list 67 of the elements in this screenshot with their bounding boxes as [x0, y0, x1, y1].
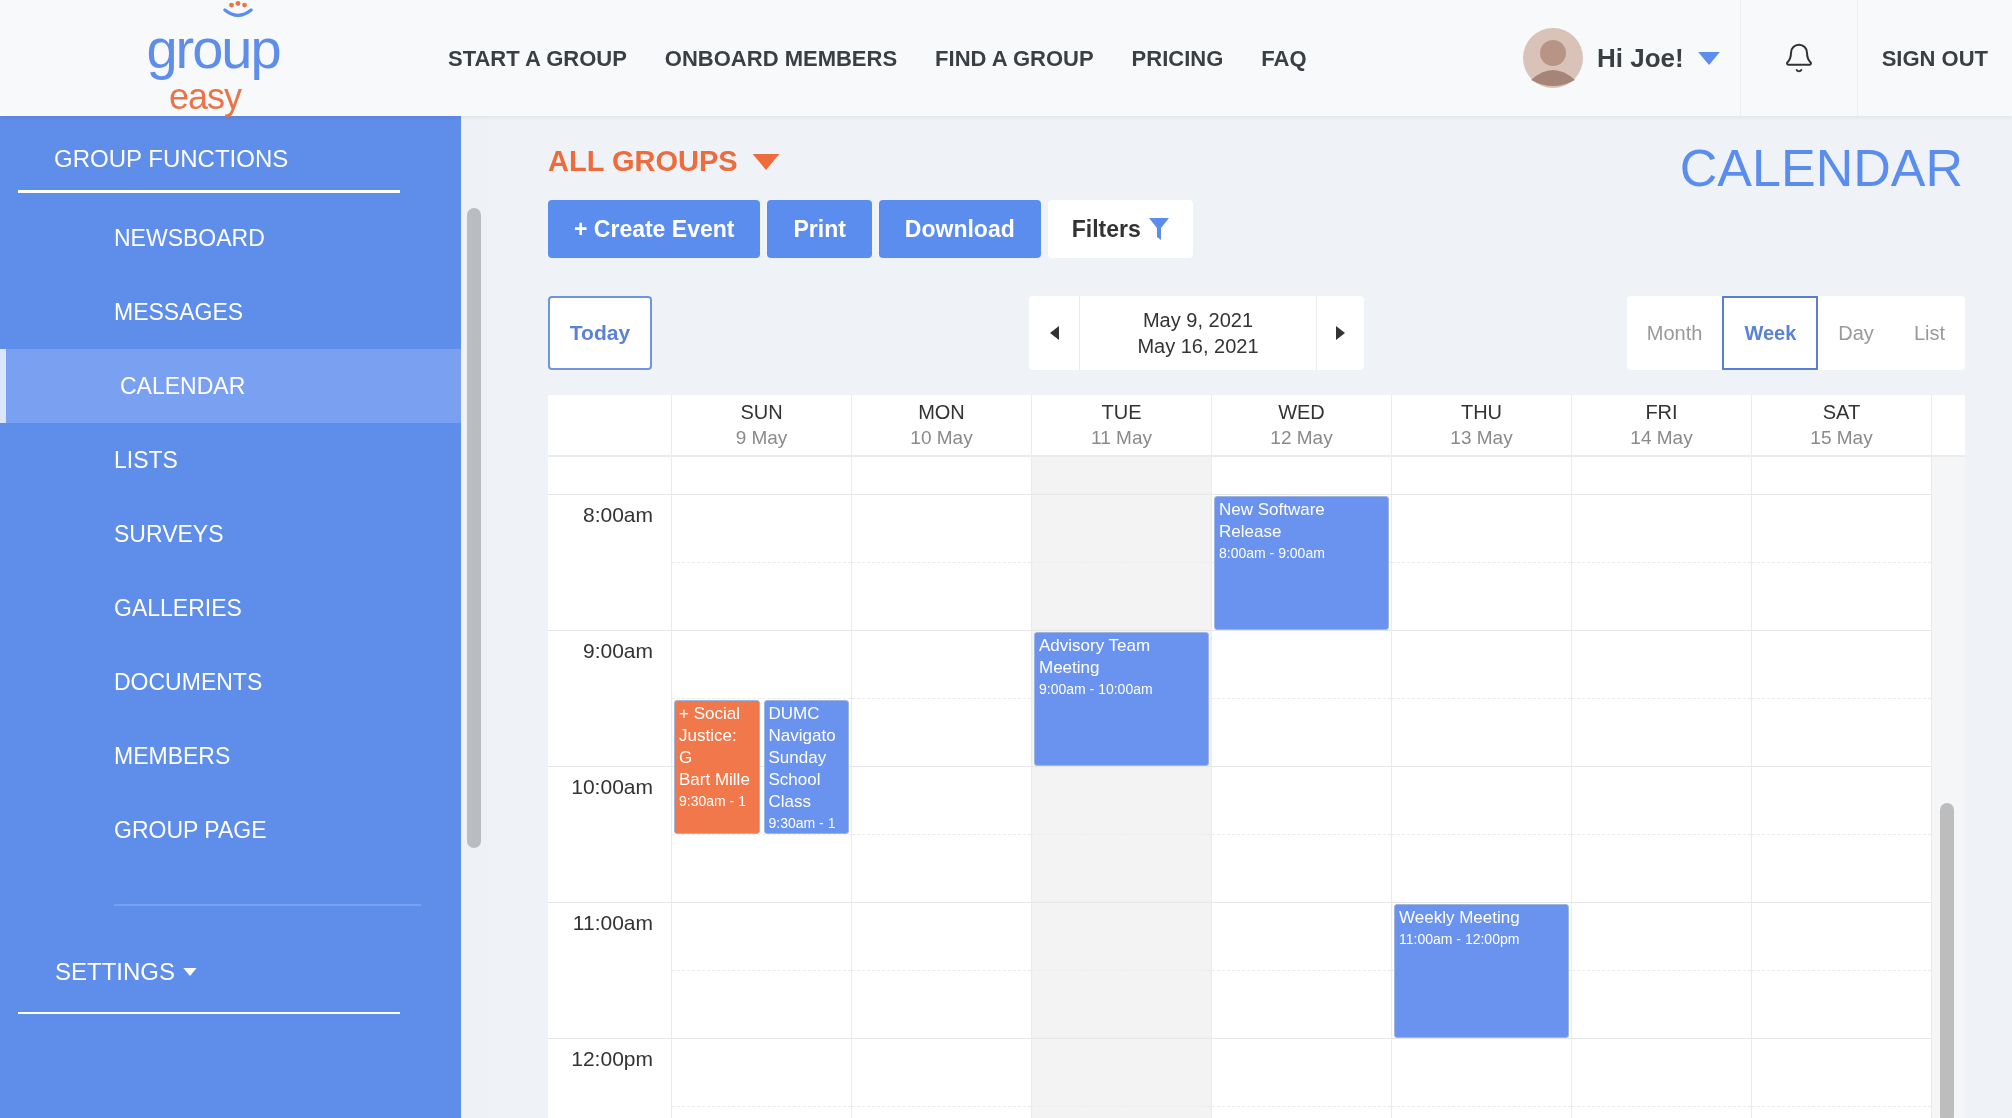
scrollbar-thumb[interactable] — [467, 208, 481, 848]
view-tab[interactable]: List — [1893, 296, 1965, 370]
day-name: FRI — [1645, 400, 1678, 425]
logo[interactable]: group easy — [128, 1, 298, 115]
view-tab[interactable]: Day — [1818, 296, 1894, 370]
user-greeting[interactable]: Hi Joe! — [1596, 38, 1684, 78]
day-name: TUE — [1101, 400, 1142, 425]
day-date: 10 May — [910, 426, 973, 450]
scrollbar-thumb[interactable] — [1940, 803, 1954, 1118]
time-label: 10:00am — [571, 774, 653, 800]
time-label: 11:00am — [572, 910, 653, 936]
today-button[interactable]: Today — [548, 296, 652, 370]
sidebar-item[interactable]: MESSAGES — [0, 275, 461, 349]
day-name: THU — [1460, 400, 1503, 425]
avatar[interactable] — [1522, 28, 1583, 88]
smile-icon — [220, 1, 256, 19]
caret-icon — [183, 968, 197, 976]
day-date: 15 May — [1810, 426, 1873, 450]
right-arrow-icon — [1336, 326, 1345, 340]
caret-icon — [751, 153, 780, 170]
time-label: 9:00am — [582, 638, 653, 664]
sidebar-item[interactable]: DOCUMENTS — [0, 645, 461, 719]
logo-text: group — [146, 19, 280, 79]
day-name: SAT — [1822, 400, 1861, 425]
view-tab[interactable]: Month — [1626, 296, 1723, 370]
day-date: 11 May — [1091, 426, 1152, 450]
calendar-event[interactable]: Advisory Team Meeting 9:00am - 10:00am — [1034, 632, 1209, 766]
sign-out-link[interactable]: SIGN OUT — [1857, 41, 2012, 75]
time-label: 8:00am — [582, 502, 653, 528]
view-tab[interactable]: Week — [1722, 296, 1819, 370]
sidebar-item[interactable]: CALENDAR — [0, 349, 461, 423]
day-date: 12 May — [1270, 426, 1333, 450]
sidebar-heading: GROUP FUNCTIONS — [53, 144, 290, 174]
calendar-event[interactable]: New Software Release 8:00am - 9:00am — [1214, 496, 1389, 630]
nav-link[interactable]: FIND A GROUP — [935, 41, 1094, 75]
day-name: WED — [1278, 400, 1325, 425]
nav-link[interactable]: ONBOARD MEMBERS — [664, 41, 898, 75]
settings-menu[interactable]: SETTINGS — [55, 956, 197, 988]
funnel-icon — [1148, 218, 1169, 240]
caret-icon — [1697, 51, 1720, 65]
day-name: MON — [918, 400, 965, 425]
time-label: 12:00pm — [571, 1046, 653, 1072]
nav-link[interactable]: FAQ — [1261, 41, 1307, 75]
day-date: 9 May — [735, 426, 788, 450]
sidebar-item[interactable]: MEMBERS — [0, 719, 461, 793]
day-date: 14 May — [1630, 426, 1693, 450]
page-title: CALENDAR — [1679, 138, 1963, 198]
nav-link[interactable]: START A GROUP — [448, 41, 627, 75]
calendar-event[interactable]: + Social Justice: G Bart Mille 9:30am - 1 — [674, 700, 760, 834]
sidebar-item[interactable]: LISTS — [0, 423, 461, 497]
day-name: SUN — [740, 400, 783, 425]
date-range: May 9, 2021 May 16, 2021 — [1136, 308, 1260, 359]
calendar-event[interactable]: Weekly Meeting 11:00am - 12:00pm — [1394, 904, 1569, 1038]
action-button[interactable]: Print — [767, 200, 872, 258]
sidebar-item[interactable]: SURVEYS — [0, 497, 461, 571]
action-button[interactable]: Download — [878, 200, 1041, 258]
group-selector[interactable]: ALL GROUPS — [548, 140, 780, 184]
sidebar-item[interactable]: GALLERIES — [0, 571, 461, 645]
logo-subtext: easy — [168, 79, 241, 115]
left-arrow-icon — [1049, 326, 1059, 340]
calendar-event[interactable]: DUMC Navigato Sunday School Class 9:30am - 1 — [763, 700, 849, 834]
nav-link[interactable]: PRICING — [1131, 41, 1224, 75]
sidebar-item[interactable]: GROUP PAGE — [0, 793, 461, 867]
sidebar-item[interactable]: NEWSBOARD — [0, 201, 461, 275]
action-button[interactable]: + Create Event — [548, 200, 761, 258]
filters-button[interactable]: Filters — [1047, 200, 1193, 258]
day-date: 13 May — [1450, 426, 1513, 450]
